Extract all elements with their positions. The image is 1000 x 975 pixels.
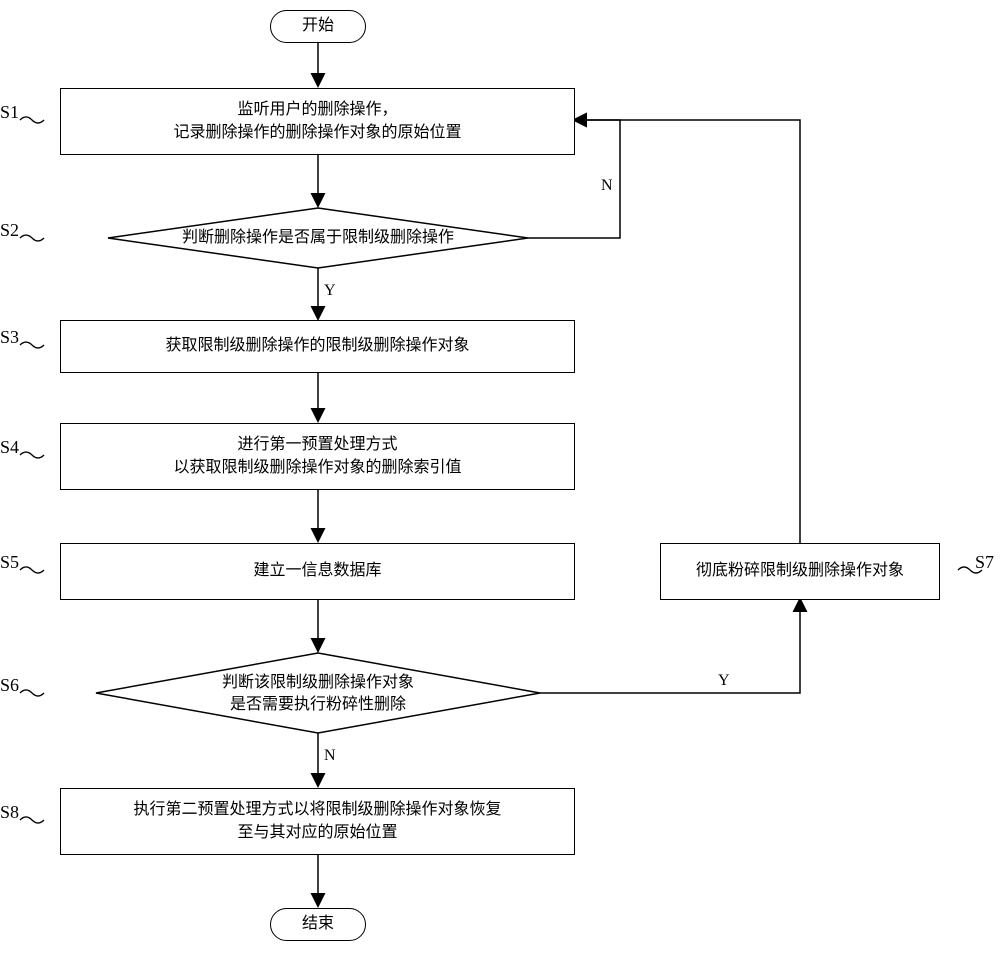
s3-text: 获取限制级删除操作的限制级删除操作对象 (165, 335, 469, 357)
step-label-s3: S3 (0, 328, 19, 346)
process-s3: 获取限制级删除操作的限制级删除操作对象 (60, 320, 575, 373)
process-s1: 监听用户的删除操作， 记录删除操作的删除操作对象的原始位置 (60, 88, 575, 155)
s7-text: 彻底粉碎限制级删除操作对象 (696, 560, 904, 582)
step-label-s4: S4 (0, 438, 19, 456)
edge-s6-no: N (324, 748, 336, 764)
process-s5: 建立一信息数据库 (60, 543, 575, 600)
process-s4: 进行第一预置处理方式 以获取限制级删除操作对象的删除索引值 (60, 423, 575, 490)
step-label-s2: S2 (0, 221, 19, 239)
end-label: 结束 (302, 913, 334, 935)
step-label-s6: S6 (0, 676, 19, 694)
s1-line1: 监听用户的删除操作， (173, 99, 461, 121)
edge-s2-no: N (601, 178, 613, 194)
s6-line2: 是否需要执行粉碎性删除 (200, 694, 436, 716)
flowchart-canvas: 开始 结束 监听用户的删除操作， 记录删除操作的删除操作对象的原始位置 判断删除… (0, 0, 1000, 975)
process-s8: 执行第二预置处理方式以将限制级删除操作对象恢复 至与其对应的原始位置 (60, 788, 575, 855)
s1-line2: 记录删除操作的删除操作对象的原始位置 (173, 122, 461, 144)
s5-text: 建立一信息数据库 (253, 560, 381, 582)
s6-line1: 判断该限制级删除操作对象 (200, 672, 436, 694)
edge-s2-yes: Y (324, 283, 336, 299)
step-label-s1: S1 (0, 103, 19, 121)
decision-s2-text: 判断删除操作是否属于限制级删除操作 (165, 230, 471, 246)
decision-s6-text: 判断该限制级删除操作对象 是否需要执行粉碎性删除 (200, 672, 436, 715)
s4-line1: 进行第一预置处理方式 (173, 434, 461, 456)
step-label-s8: S8 (0, 803, 19, 821)
s4-line2: 以获取限制级删除操作对象的删除索引值 (173, 457, 461, 479)
edge-s6-yes: Y (718, 673, 730, 689)
terminator-end: 结束 (270, 908, 366, 941)
s8-line2: 至与其对应的原始位置 (133, 822, 501, 844)
step-label-s7: S7 (975, 553, 994, 571)
start-label: 开始 (302, 15, 334, 37)
step-label-s5: S5 (0, 553, 19, 571)
process-s7: 彻底粉碎限制级删除操作对象 (660, 543, 940, 600)
s8-line1: 执行第二预置处理方式以将限制级删除操作对象恢复 (133, 799, 501, 821)
terminator-start: 开始 (270, 10, 366, 43)
